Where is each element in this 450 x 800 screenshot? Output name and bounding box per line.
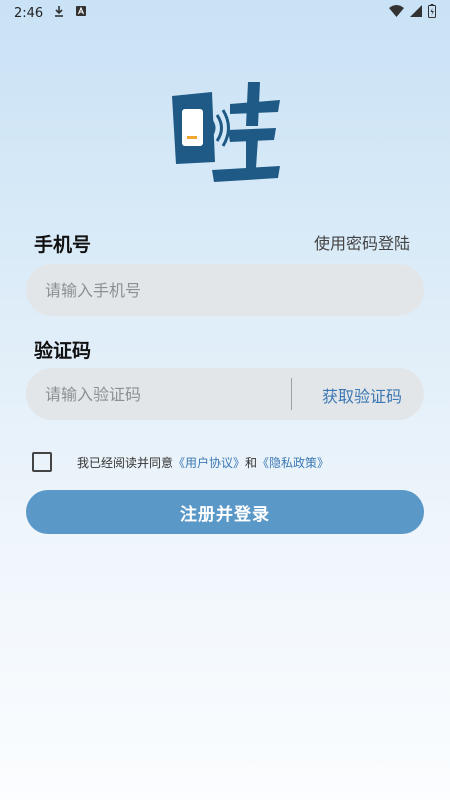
signal-icon — [410, 5, 422, 21]
code-label: 验证码 — [34, 340, 92, 362]
code-divider — [291, 378, 292, 410]
app-logo — [168, 78, 282, 182]
status-right — [389, 4, 436, 22]
phone-input[interactable] — [43, 279, 287, 301]
agreement-checkbox[interactable] — [32, 452, 52, 472]
agreement-prefix: 我已经阅读并同意 — [77, 455, 174, 470]
status-time: 2:46 — [14, 5, 44, 21]
code-field[interactable]: 获取验证码 — [26, 368, 424, 420]
battery-icon — [428, 4, 436, 22]
phone-label: 手机号 — [34, 234, 92, 256]
status-bar: 2:46 — [0, 0, 450, 26]
status-left: 2:46 — [14, 5, 87, 21]
agreement-and: 和 — [245, 455, 258, 470]
agreement-row: 我已经阅读并同意《用户协议》和《隐私政策》 — [32, 452, 329, 472]
code-input[interactable] — [43, 383, 287, 405]
register-login-button[interactable]: 注册并登录 — [26, 490, 424, 534]
user-agreement-link[interactable]: 《用户协议》 — [173, 456, 245, 470]
notification-a-icon — [75, 5, 87, 21]
phone-field[interactable] — [26, 264, 424, 316]
agreement-text: 我已经阅读并同意《用户协议》和《隐私政策》 — [77, 454, 329, 471]
wifi-icon — [389, 5, 404, 21]
get-code-button[interactable]: 获取验证码 — [322, 383, 402, 407]
download-icon — [53, 5, 65, 21]
password-login-link[interactable]: 使用密码登陆 — [314, 230, 410, 254]
privacy-policy-link[interactable]: 《隐私政策》 — [257, 456, 329, 470]
